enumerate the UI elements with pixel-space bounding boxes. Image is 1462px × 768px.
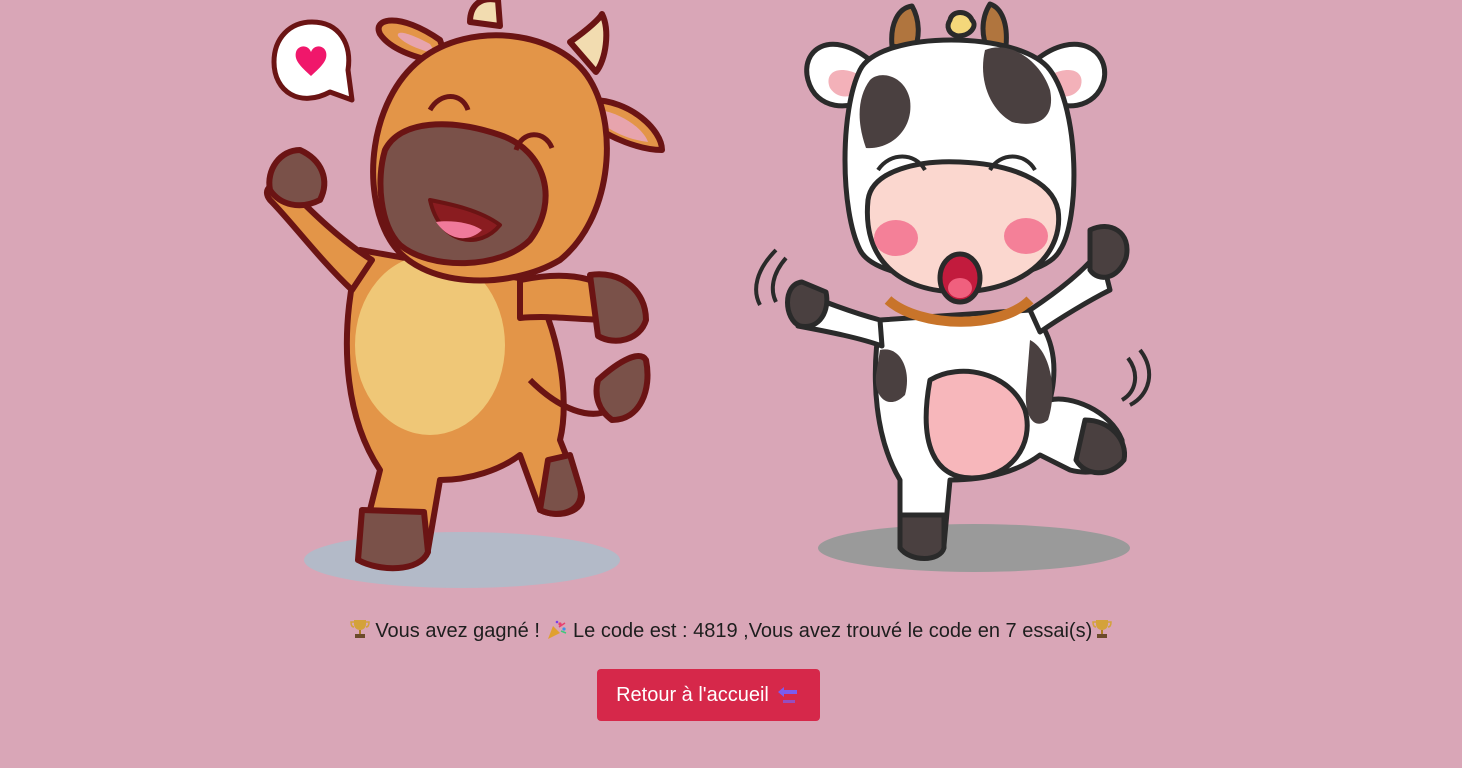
cow-character: [754, 1, 1151, 561]
back-to-home-label: Retour à l'accueil: [616, 683, 769, 706]
back-arrow-icon: [777, 687, 797, 703]
result-message: Vous avez gagné ! Le code est : 4819 ,Vo…: [0, 618, 1462, 643]
code-text: Le code est : 4819 ,Vous avez trouvé le …: [573, 620, 1093, 642]
cow-shadow: [818, 524, 1130, 572]
heart-bubble: [271, 19, 355, 103]
bull-character: [263, 0, 665, 572]
win-text: Vous avez gagné !: [375, 620, 540, 642]
party-popper-icon: [548, 620, 567, 639]
trophy-icon: [349, 620, 370, 638]
back-to-home-button[interactable]: Retour à l'accueil: [597, 669, 820, 721]
trophy-icon: [1092, 620, 1112, 638]
bull-shadow: [304, 532, 620, 588]
celebration-illustration: [263, 0, 1151, 588]
